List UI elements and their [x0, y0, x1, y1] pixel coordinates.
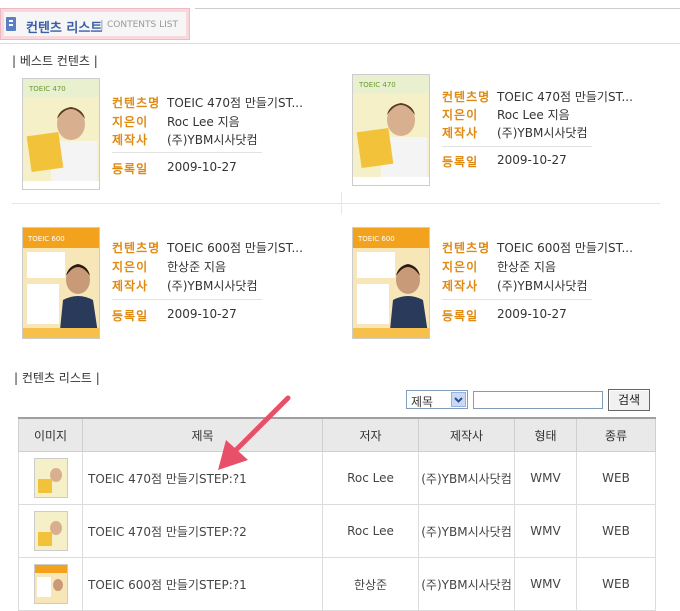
row-title[interactable]: TOEIC 470점 만들기STEP:?1 — [82, 451, 323, 505]
date-value: 2009-10-27 — [497, 153, 567, 167]
publisher-value: (주)YBM시사닷컴 — [167, 133, 258, 147]
publisher-value: (주)YBM시사닷컴 — [497, 279, 588, 293]
svg-text:TOEIC 600: TOEIC 600 — [357, 235, 395, 243]
content-name-label: 컨텐츠명 — [112, 96, 161, 110]
content-name-link[interactable]: TOEIC 600점 만들기ST... — [497, 239, 633, 256]
svg-text:TOEIC 470: TOEIC 470 — [28, 85, 66, 93]
table-row[interactable]: TOEIC 470점 만들기STEP:?2 Roc Lee (주)YBM시사닷컴… — [18, 504, 656, 558]
meta-divider — [442, 146, 592, 147]
best-item[interactable]: TOEIC 600 컨텐츠명 TOEIC 600점 만들기ST... 지은이 한… — [22, 227, 342, 347]
row-kind: WEB — [576, 451, 656, 505]
row-image-cell — [18, 504, 83, 558]
svg-text:TOEIC 600: TOEIC 600 — [27, 235, 65, 243]
row-title[interactable]: TOEIC 600점 만들기STEP:?1 — [82, 557, 323, 611]
date-label: 등록일 — [442, 309, 479, 323]
best-contents-label: | 베스트 컨텐츠 | — [12, 54, 98, 68]
author-label: 지은이 — [442, 108, 479, 122]
row-kind: WEB — [576, 504, 656, 558]
meta-divider — [112, 152, 262, 153]
search-field-selected: 제목 — [411, 395, 434, 409]
content-name-label: 컨텐츠명 — [442, 241, 491, 255]
row-author: Roc Lee — [322, 504, 419, 558]
row-format: WMV — [514, 451, 577, 505]
search-input[interactable] — [473, 391, 603, 409]
dropdown-button[interactable] — [451, 392, 466, 407]
row-format: WMV — [514, 557, 577, 611]
row-author: 한상준 — [322, 557, 419, 611]
author-label: 지은이 — [112, 260, 149, 274]
content-name-label: 컨텐츠명 — [442, 90, 491, 104]
page-header: 컨텐츠 리스트 | CONTENTS LIST — [0, 8, 190, 40]
book-cover-thumbnail[interactable]: TOEIC 600 — [22, 227, 100, 339]
document-icon — [6, 17, 16, 31]
svg-text:TOEIC 470: TOEIC 470 — [358, 81, 396, 89]
row-title[interactable]: TOEIC 470점 만들기STEP:?2 — [82, 504, 323, 558]
row-author: Roc Lee — [322, 451, 419, 505]
book-cover-thumbnail[interactable] — [33, 511, 68, 551]
content-name-label: 컨텐츠명 — [112, 241, 161, 255]
publisher-label: 제작사 — [112, 133, 149, 147]
column-header-publisher[interactable]: 제작사 — [418, 417, 515, 452]
page-title: 컨텐츠 리스트 — [26, 21, 103, 36]
author-label: 지은이 — [442, 260, 479, 274]
row-publisher: (주)YBM시사닷컴 — [418, 451, 515, 505]
column-header-image: 이미지 — [18, 417, 83, 452]
date-value: 2009-10-27 — [497, 307, 567, 321]
header-separator: | — [100, 18, 104, 31]
content-name-link[interactable]: TOEIC 470점 만들기ST... — [497, 88, 633, 105]
date-label: 등록일 — [112, 162, 149, 176]
author-value: Roc Lee 지음 — [497, 108, 570, 122]
best-row-divider — [12, 203, 660, 204]
column-header-kind[interactable]: 종류 — [576, 417, 656, 452]
date-label: 등록일 — [112, 309, 149, 323]
header-rule — [0, 43, 680, 44]
chevron-down-icon — [454, 397, 463, 403]
column-header-title[interactable]: 제목 — [82, 417, 323, 452]
row-publisher: (주)YBM시사닷컴 — [418, 504, 515, 558]
publisher-label: 제작사 — [442, 126, 479, 140]
best-item[interactable]: TOEIC 470 컨텐츠명 TOEIC 470점 만들기ST... 지은이 R… — [22, 78, 342, 198]
publisher-value: (주)YBM시사닷컴 — [167, 279, 258, 293]
table-header-row: 이미지 제목 저자 제작사 형태 종류 — [18, 417, 656, 452]
content-name-link[interactable]: TOEIC 470점 만들기ST... — [167, 94, 303, 111]
page-subtitle: CONTENTS LIST — [107, 20, 178, 30]
author-label: 지은이 — [112, 115, 149, 129]
column-header-author[interactable]: 저자 — [322, 417, 419, 452]
content-name-link[interactable]: TOEIC 600점 만들기ST... — [167, 239, 303, 256]
row-publisher: (주)YBM시사닷컴 — [418, 557, 515, 611]
author-value: Roc Lee 지음 — [167, 115, 240, 129]
author-value: 한상준 지음 — [497, 260, 557, 274]
row-kind: WEB — [576, 557, 656, 611]
date-value: 2009-10-27 — [167, 307, 237, 321]
book-cover-thumbnail[interactable] — [33, 458, 68, 498]
publisher-value: (주)YBM시사닷컴 — [497, 126, 588, 140]
book-cover-thumbnail[interactable]: TOEIC 470 — [352, 74, 430, 186]
table-row[interactable]: TOEIC 600점 만들기STEP:?1 한상준 (주)YBM시사닷컴 WMV… — [18, 557, 656, 611]
book-cover-thumbnail[interactable]: TOEIC 600 — [352, 227, 430, 339]
publisher-label: 제작사 — [112, 279, 149, 293]
row-format: WMV — [514, 504, 577, 558]
search-field-select[interactable]: 제목 — [406, 390, 468, 409]
row-image-cell — [18, 451, 83, 505]
best-item[interactable]: TOEIC 600 컨텐츠명 TOEIC 600점 만들기ST... 지은이 한… — [352, 227, 672, 347]
row-image-cell — [18, 557, 83, 611]
contents-list-label: | 컨텐츠 리스트 | — [14, 371, 100, 385]
author-value: 한상준 지음 — [167, 260, 227, 274]
search-button[interactable]: 검색 — [608, 389, 650, 411]
publisher-label: 제작사 — [442, 279, 479, 293]
meta-divider — [112, 299, 262, 300]
book-cover-thumbnail[interactable] — [33, 564, 68, 604]
meta-divider — [442, 299, 592, 300]
contents-table: 이미지 제목 저자 제작사 형태 종류 TOEIC 470점 만들기STEP:?… — [18, 417, 656, 611]
best-item[interactable]: TOEIC 470 컨텐츠명 TOEIC 470점 만들기ST... 지은이 R… — [352, 74, 672, 194]
table-row[interactable]: TOEIC 470점 만들기STEP:?1 Roc Lee (주)YBM시사닷컴… — [18, 451, 656, 505]
column-header-format[interactable]: 형태 — [514, 417, 577, 452]
top-rule — [195, 8, 680, 9]
book-cover-thumbnail[interactable]: TOEIC 470 — [22, 78, 100, 190]
date-label: 등록일 — [442, 155, 479, 169]
date-value: 2009-10-27 — [167, 160, 237, 174]
best-column-divider — [341, 192, 342, 214]
